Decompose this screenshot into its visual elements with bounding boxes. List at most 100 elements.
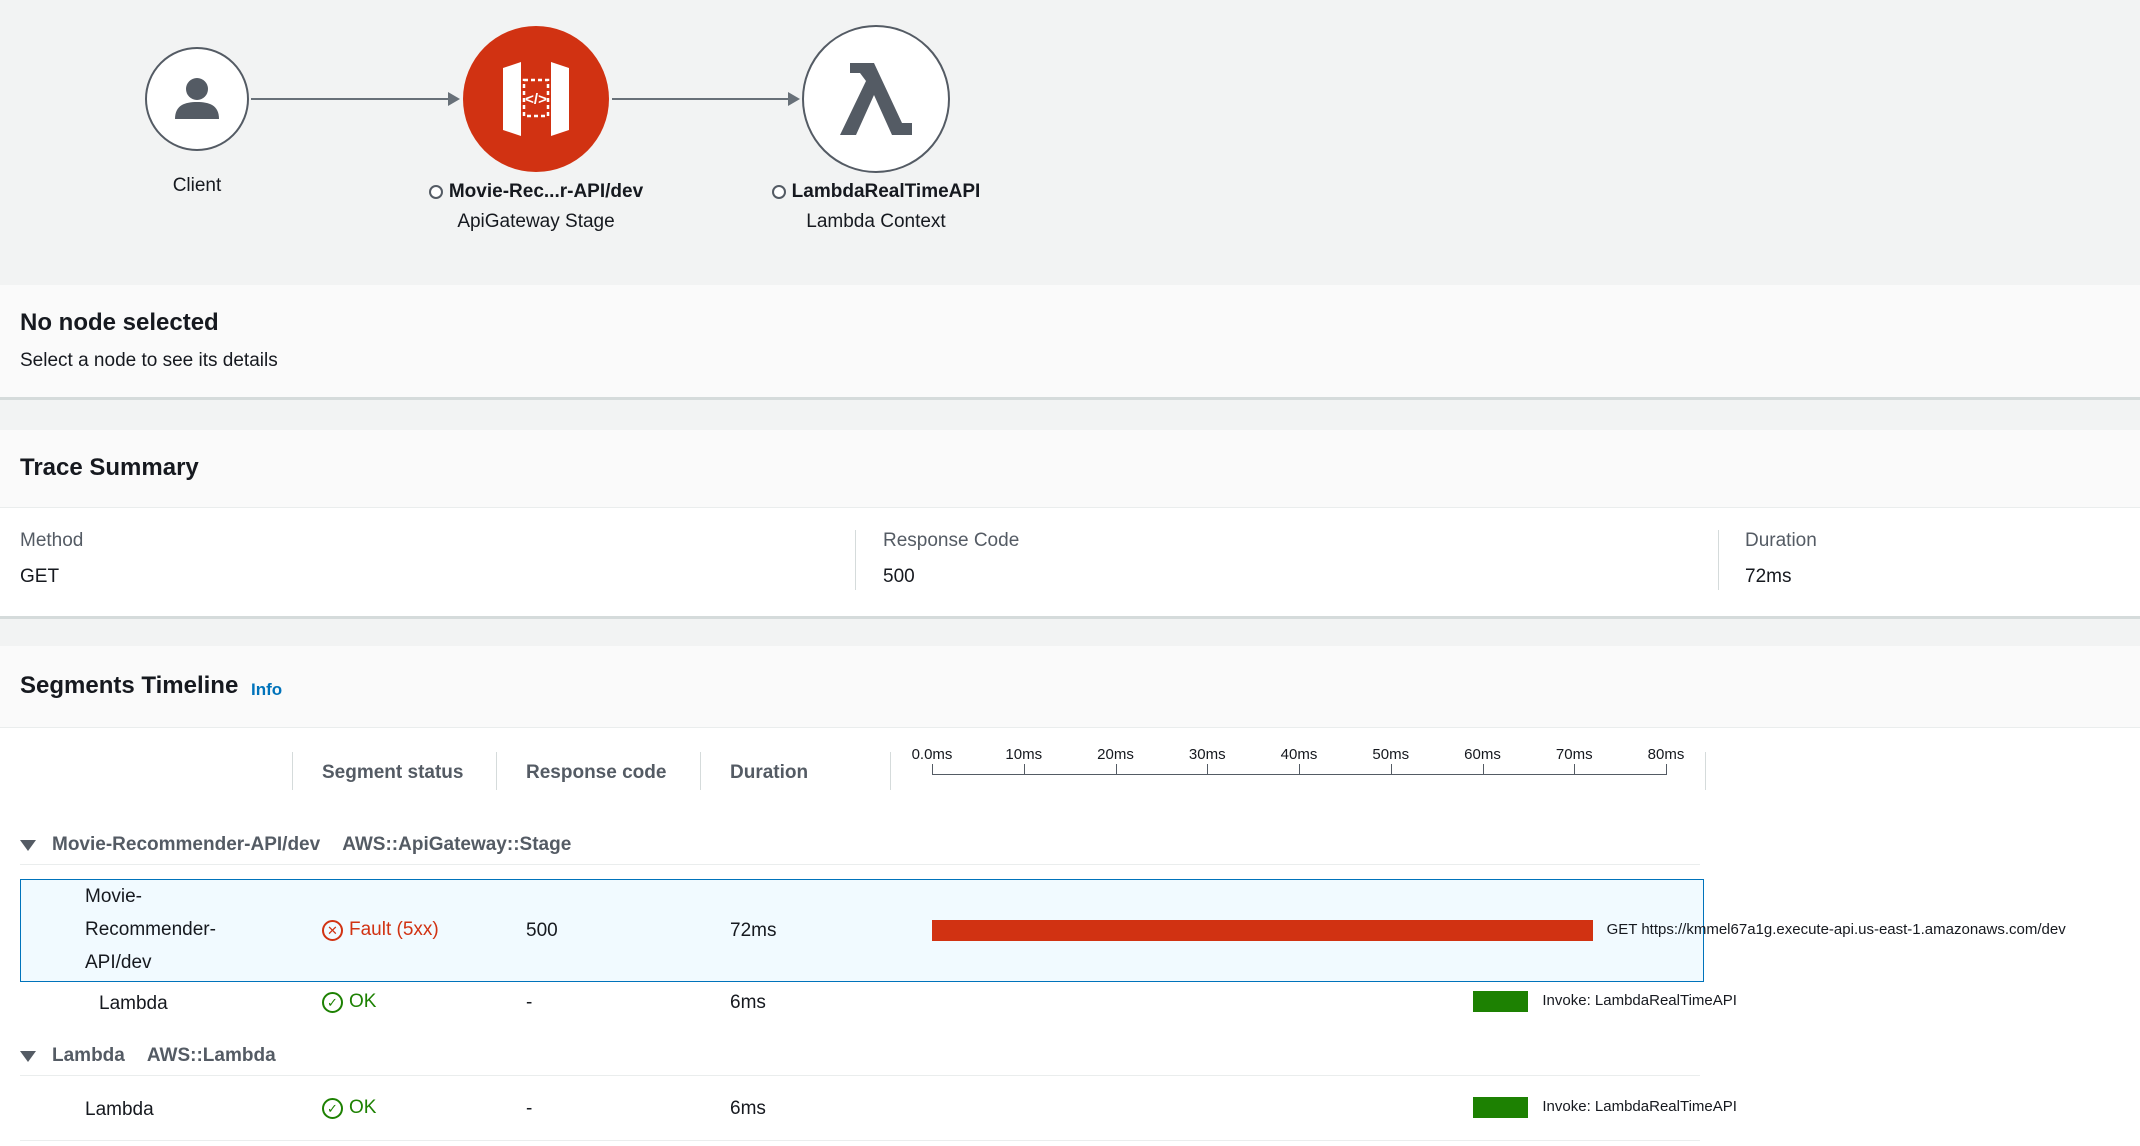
api-node-name-text: Movie-Rec...r-API/dev [448,181,644,202]
timeline-tick [932,764,933,775]
segment-duration: 6ms [730,992,766,1013]
user-icon [175,78,219,119]
trace-summary-title: Trace Summary [20,454,199,481]
response-code-value: 500 [883,566,915,587]
timeline-tick [1207,764,1209,775]
column-header-duration[interactable]: Duration [730,762,808,784]
group-row-api-gateway[interactable]: Movie-Recommender-API/dev AWS::ApiGatewa… [20,830,571,860]
fault-icon: ✕ [322,919,343,941]
timeline-tick-label: 0.0ms [911,746,953,763]
timeline-tick [1299,764,1300,775]
timeline-tick [1115,764,1117,775]
timeline-tick-label: 20ms [1097,746,1134,763]
divider [855,530,856,590]
api-node-type: ApiGateway Stage [457,211,615,232]
timeline-tick [1666,764,1667,775]
row-divider [20,1075,1700,1076]
segment-response-code: - [526,992,533,1013]
timeline-tick-label: 50ms [1372,746,1410,763]
column-header-status[interactable]: Segment status [322,762,463,784]
api-status-dot [428,185,443,199]
segments-timeline-title: Segments Timeline [20,672,239,699]
edge-client-to-api [251,92,460,106]
segment-duration: 6ms [730,1098,766,1119]
timeline-tick-label: 70ms [1555,746,1593,763]
response-code-label: Response Code [883,530,1020,551]
timeline-bar[interactable] [1473,991,1529,1012]
timeline-bar[interactable] [1473,1097,1529,1118]
segment-status-text: OK [349,1097,377,1118]
segment-response-code: 500 [526,920,558,941]
lambda-node-name[interactable]: LambdaRealTimeAPI [716,181,1036,203]
ok-icon: ✓ [322,1097,343,1119]
trace-summary-panel: Trace Summary Method GET Response Code 5… [0,430,2140,619]
divider [1718,530,1719,590]
panel-gap [0,400,2140,430]
segment-response-code: - [526,1098,533,1119]
timeline-tick [1482,764,1484,775]
segment-status: ✕ Fault (5xx) [322,919,439,941]
trace-summary-header: Trace Summary [0,430,2140,508]
row-divider [20,1140,1700,1141]
segment-status: ✓ OK [322,991,376,1013]
api-gateway-node[interactable]: </> [463,26,609,172]
lambda-node[interactable] [802,25,950,173]
info-link[interactable]: Info [251,680,282,700]
timeline-tick [1390,764,1392,775]
duration-label: Duration [1745,530,1817,551]
caret-down-icon[interactable] [20,839,36,851]
ok-icon: ✓ [322,991,343,1013]
segment-status: ✓ OK [322,1097,376,1119]
column-separator [496,752,497,790]
timeline-tick-label: 40ms [1280,746,1318,763]
lambda-node-name-text: LambdaRealTimeAPI [791,181,981,202]
timeline-bar[interactable] [932,920,1593,941]
timeline-tick [1574,764,1576,775]
node-panel-title: No node selected [20,309,219,336]
timeline-tick-label: 10ms [1005,746,1043,763]
segment-name-line: API/dev [85,952,152,973]
duration-value: 72ms [1745,566,1792,587]
segment-duration: 72ms [730,920,777,941]
timeline-bar-label: Invoke: LambdaRealTimeAPI [1542,992,1737,1009]
row-divider [20,864,1700,865]
group-type: AWS::Lambda [146,1045,276,1066]
api-node-name[interactable]: Movie-Rec...r-API/dev [380,181,692,203]
svg-text:</>: </> [525,91,547,108]
node-details-panel: No node selected Select a node to see it… [0,285,2140,400]
panel-gap [0,619,2140,646]
segment-name: Lambda [85,1099,154,1120]
caret-down-icon[interactable] [20,1050,36,1062]
timeline-tick-label: 80ms [1647,746,1685,763]
group-name: Lambda [52,1045,125,1066]
timeline-tick-label: 60ms [1464,746,1501,763]
column-header-response[interactable]: Response code [526,762,666,784]
segment-name-line: Movie- [85,886,143,907]
group-name: Movie-Recommender-API/dev [52,834,321,855]
group-row-lambda[interactable]: Lambda AWS::Lambda [20,1041,276,1071]
segment-status-text: OK [349,991,377,1012]
column-separator [890,752,891,790]
edge-api-to-lambda [612,92,800,106]
lambda-icon [840,63,912,135]
node-panel-subtitle: Select a node to see its details [20,350,278,371]
timeline-bar-label: GET https://kmmel67a1g.execute-api.us-ea… [1606,921,2066,938]
timeline-bar-label: Invoke: LambdaRealTimeAPI [1542,1098,1737,1115]
timeline-tick [1023,764,1025,775]
method-value: GET [20,566,60,587]
lambda-node-type: Lambda Context [806,211,946,232]
segment-name: Lambda [99,993,168,1014]
lambda-status-dot [771,185,786,199]
api-gateway-icon: </> [503,62,569,136]
method-field: Method GET [20,530,83,600]
client-label: Client [172,175,222,196]
segment-name-line: Recommender- [85,919,216,940]
column-separator [292,752,293,790]
column-separator [700,752,701,790]
segment-name: Movie- Recommender- API/dev [85,880,216,979]
client-node[interactable] [145,47,249,151]
response-code-field: Response Code 500 [883,530,1019,600]
segments-timeline-header: Segments Timeline Info [0,646,2140,728]
service-map: </> Client Movie-Rec...r-API/dev ApiGate… [0,0,2140,285]
method-label: Method [20,530,84,551]
